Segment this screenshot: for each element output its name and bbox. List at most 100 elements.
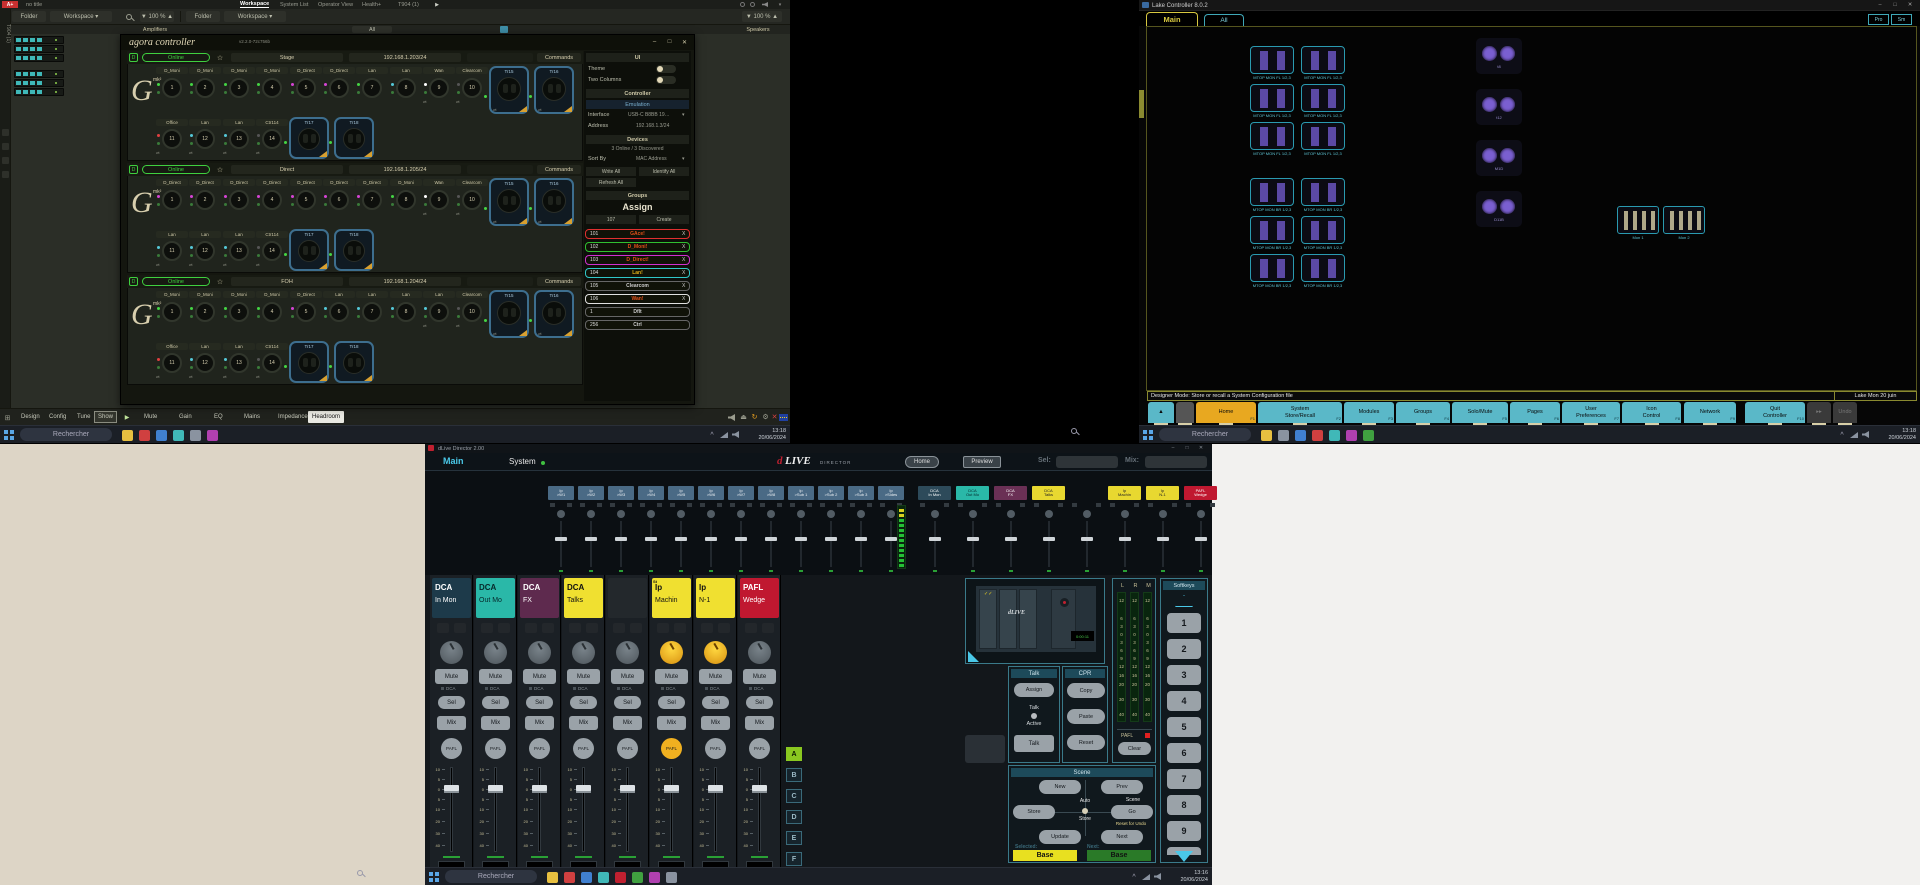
fader-cap[interactable] xyxy=(708,785,723,793)
fader-cap[interactable] xyxy=(752,785,767,793)
corner-button-pro[interactable]: Pro xyxy=(1868,14,1889,25)
mini-strip-knob[interactable] xyxy=(827,510,835,518)
corner-triangle-icon[interactable] xyxy=(968,651,979,662)
group-remove-button[interactable]: X xyxy=(682,256,685,264)
mini-strip-fader-track[interactable] xyxy=(1200,521,1202,567)
taskbar-app-icon[interactable] xyxy=(1295,430,1306,441)
mini-strip-knob[interactable] xyxy=(887,510,895,518)
fader-cap[interactable] xyxy=(576,785,591,793)
mini-strip-button[interactable] xyxy=(1058,503,1063,507)
zoom-control-right[interactable]: ▼ 100 % ▲ xyxy=(742,11,782,22)
talk-button[interactable]: Talk xyxy=(1014,735,1054,752)
lake-frame-module[interactable] xyxy=(1250,122,1294,150)
mini-strip-fader-cap[interactable] xyxy=(1043,537,1055,541)
strip-knob[interactable] xyxy=(440,641,463,664)
port-knob[interactable]: 1 xyxy=(162,190,182,210)
mini-strip-button[interactable] xyxy=(820,503,825,507)
tray-volume-icon[interactable] xyxy=(1862,431,1869,438)
toolbar-button-system-store-recall[interactable]: System Store/RecallF2 xyxy=(1258,402,1342,423)
port-knob[interactable]: 13 xyxy=(229,353,249,373)
mini-strip-button[interactable] xyxy=(1172,503,1177,507)
mini-strip-fader-cap[interactable] xyxy=(825,537,837,541)
mini-strip-button[interactable] xyxy=(627,503,632,507)
strip-header[interactable]: PAFLWedge xyxy=(740,578,779,618)
mini-strip-button[interactable] xyxy=(807,503,812,507)
toolbar-button-blank[interactable] xyxy=(1176,402,1194,423)
port-knob[interactable]: 2 xyxy=(195,78,215,98)
sidebar-mini-icon[interactable] xyxy=(2,157,9,164)
softkey-6[interactable]: 6 xyxy=(1167,743,1201,763)
mini-strip-knob[interactable] xyxy=(647,510,655,518)
mini-strip-fader-track[interactable] xyxy=(860,521,862,567)
taskbar-app-icon[interactable] xyxy=(156,430,167,441)
mini-strip-fader-track[interactable] xyxy=(1010,521,1012,567)
pafl-button[interactable]: PAFL xyxy=(441,738,462,759)
fader-track[interactable] xyxy=(714,767,717,852)
lake-frame-module[interactable] xyxy=(1250,254,1294,282)
device-name-field[interactable]: Stage xyxy=(231,53,343,62)
commands-button[interactable]: Commands xyxy=(537,165,581,174)
gear-icon[interactable]: ⚙ xyxy=(761,412,770,422)
strip-assign-button[interactable] xyxy=(498,623,510,633)
connector-box[interactable]: Tr15wt xyxy=(489,290,529,338)
strip-header[interactable]: DCAOut Mo xyxy=(476,578,515,618)
taskbar-app-icon[interactable] xyxy=(1278,430,1289,441)
strip-assign-button[interactable] xyxy=(762,623,774,633)
port-knob[interactable]: 2 xyxy=(195,302,215,322)
scene-store-button[interactable]: Store xyxy=(1013,805,1055,819)
mini-strip-fader-track[interactable] xyxy=(650,521,652,567)
rack-device-row[interactable] xyxy=(14,36,64,44)
folder-button-2[interactable]: Folder xyxy=(186,11,220,22)
pafl-button[interactable]: PAFL xyxy=(749,738,770,759)
connector-box[interactable]: Tr18 xyxy=(334,117,374,159)
mini-strip-fader-track[interactable] xyxy=(680,521,682,567)
group-row[interactable]: 1Dflt xyxy=(585,307,690,317)
fader-cap[interactable] xyxy=(488,785,503,793)
play-button[interactable]: ▶ xyxy=(433,1,441,8)
tray-network-icon[interactable] xyxy=(1850,432,1858,438)
tray-chevron-icon[interactable]: ^ xyxy=(1130,873,1138,881)
taskbar-app-icon[interactable] xyxy=(122,430,133,441)
mini-strip-button[interactable] xyxy=(1034,503,1039,507)
sel-button[interactable]: Sel xyxy=(482,696,509,709)
lake-frame-module[interactable] xyxy=(1250,216,1294,244)
fader-track[interactable] xyxy=(582,767,585,852)
sidebar-mini-icon[interactable] xyxy=(2,171,9,178)
commands-button[interactable]: Commands xyxy=(537,277,581,286)
scene-new-button[interactable]: New xyxy=(1039,780,1081,794)
rack-device-row[interactable] xyxy=(14,54,64,62)
taskbar-app-icon[interactable] xyxy=(1346,430,1357,441)
mini-strip-fader-cap[interactable] xyxy=(1081,537,1093,541)
fader-cap[interactable] xyxy=(444,785,459,793)
fader-track[interactable] xyxy=(538,767,541,852)
port-knob[interactable]: 6 xyxy=(329,78,349,98)
bank-button-e[interactable]: E xyxy=(786,831,802,845)
mix-button[interactable]: Mix xyxy=(657,716,686,730)
dlive-titlebar[interactable]: dLive Director 2.00–□✕ xyxy=(425,444,1212,453)
port-knob[interactable]: 10 xyxy=(462,190,482,210)
mini-strip-knob[interactable] xyxy=(617,510,625,518)
tray-network-icon[interactable] xyxy=(1142,874,1150,880)
lake-frame-module[interactable] xyxy=(1301,46,1345,74)
mini-strip-button[interactable] xyxy=(1134,503,1139,507)
menu-tab-health-[interactable]: Health+ xyxy=(362,1,381,8)
mix-button[interactable]: Mix xyxy=(613,716,642,730)
pafl-button[interactable]: PAFL xyxy=(485,738,506,759)
sel-button[interactable]: Sel xyxy=(438,696,465,709)
assign-button[interactable]: Assign xyxy=(1014,683,1054,697)
reset-button[interactable]: Reset xyxy=(1067,735,1105,750)
connector-box[interactable]: Tr16wt xyxy=(534,66,574,114)
bottom-play-button[interactable]: ▶ xyxy=(122,412,132,422)
mini-strip-knob[interactable] xyxy=(931,510,939,518)
star-icon[interactable]: ☆ xyxy=(215,276,225,287)
scene-prev-button[interactable]: Prev xyxy=(1101,780,1143,794)
mini-strip-button[interactable] xyxy=(550,503,555,507)
taskbar-app-icon[interactable] xyxy=(581,872,592,883)
taskbar-app-icon[interactable] xyxy=(190,430,201,441)
auto-store-ball[interactable] xyxy=(1082,808,1088,814)
identify-all-button[interactable]: Identify All xyxy=(639,167,689,176)
device-ip-field[interactable]: 192.168.1.204/24 xyxy=(349,277,461,286)
mini-strip-button[interactable] xyxy=(730,503,735,507)
connector-box[interactable]: Tr17 xyxy=(289,229,329,271)
port-knob[interactable]: 8 xyxy=(396,78,416,98)
